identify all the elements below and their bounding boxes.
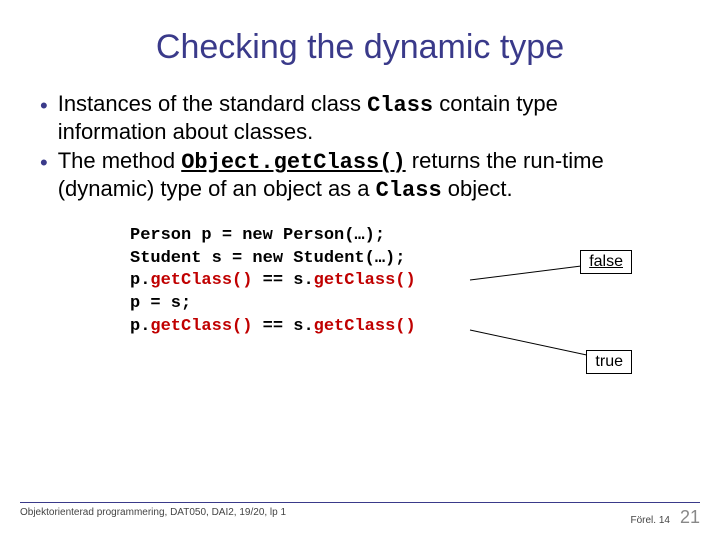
code-run: Class <box>367 93 433 118</box>
code-line: == s. <box>252 317 313 336</box>
callout-false: false <box>580 250 632 274</box>
code-red-run: getClass() <box>150 317 252 336</box>
footer-left: Objektorienterad programmering, DAT050, … <box>20 507 286 528</box>
bullet-item: • The method Object.getClass() returns t… <box>40 148 672 205</box>
code-line: Person p = new Person(…); <box>130 226 385 245</box>
code-red-run: getClass() <box>314 271 416 290</box>
text-run: object. <box>442 176 513 201</box>
code-example-area: Person p = new Person(…); Student s = ne… <box>130 225 672 340</box>
code-block: Person p = new Person(…); Student s = ne… <box>130 225 672 340</box>
footer-right: Förel. 14 <box>631 515 670 526</box>
code-red-run: getClass() <box>150 271 252 290</box>
slide-footer: Objektorienterad programmering, DAT050, … <box>0 502 720 528</box>
code-red-run: getClass() <box>314 317 416 336</box>
footer-rule <box>20 502 700 503</box>
bullet-dot-icon: • <box>40 93 48 119</box>
code-line: p = s; <box>130 294 191 313</box>
code-run: Object.getClass() <box>181 150 405 175</box>
code-line: p. <box>130 271 150 290</box>
bullet-item: • Instances of the standard class Class … <box>40 91 672 146</box>
text-run: Instances of the standard class <box>58 91 367 116</box>
code-line: Student s = new Student(…); <box>130 249 405 268</box>
bullet-text: Instances of the standard class Class co… <box>58 91 672 146</box>
code-line: p. <box>130 317 150 336</box>
bullet-text: The method Object.getClass() returns the… <box>58 148 672 205</box>
callout-true: true <box>586 350 632 374</box>
page-number: 21 <box>680 507 700 528</box>
slide-title: Checking the dynamic type <box>0 0 720 91</box>
slide-content: • Instances of the standard class Class … <box>0 91 720 339</box>
code-run: Class <box>376 178 442 203</box>
code-line: == s. <box>252 271 313 290</box>
text-run: The method <box>58 148 182 173</box>
bullet-dot-icon: • <box>40 150 48 176</box>
